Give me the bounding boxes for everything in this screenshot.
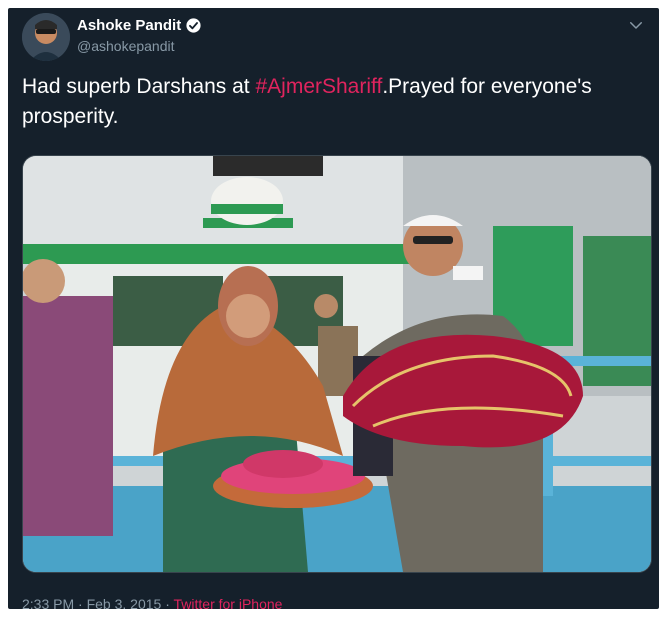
avatar[interactable] [22,13,70,61]
tweet-meta: 2:33 PM · Feb 3, 2015 · Twitter for iPho… [22,596,282,609]
verified-badge-icon [186,18,201,33]
tweet-timestamp[interactable]: 2:33 PM · Feb 3, 2015 · [22,596,174,609]
hashtag-link[interactable]: #AjmerShariff [255,75,382,98]
tweet-source-link[interactable]: Twitter for iPhone [174,596,283,609]
tweet-text-before: Had superb Darshans at [22,75,256,98]
author-display-name[interactable]: Ashoke Pandit [77,17,181,34]
tweet-text: Had superb Darshans at #AjmerShariff.Pra… [22,72,642,132]
tweet-photo[interactable] [22,155,652,573]
avatar-image [22,13,70,61]
tweet-card: Ashoke Pandit @ashokepandit Had superb D… [8,8,659,609]
photo-illustration [23,156,651,572]
author-handle[interactable]: @ashokepandit [77,38,175,54]
chevron-down-icon[interactable] [627,16,645,34]
author-name-row[interactable]: Ashoke Pandit [77,17,202,34]
